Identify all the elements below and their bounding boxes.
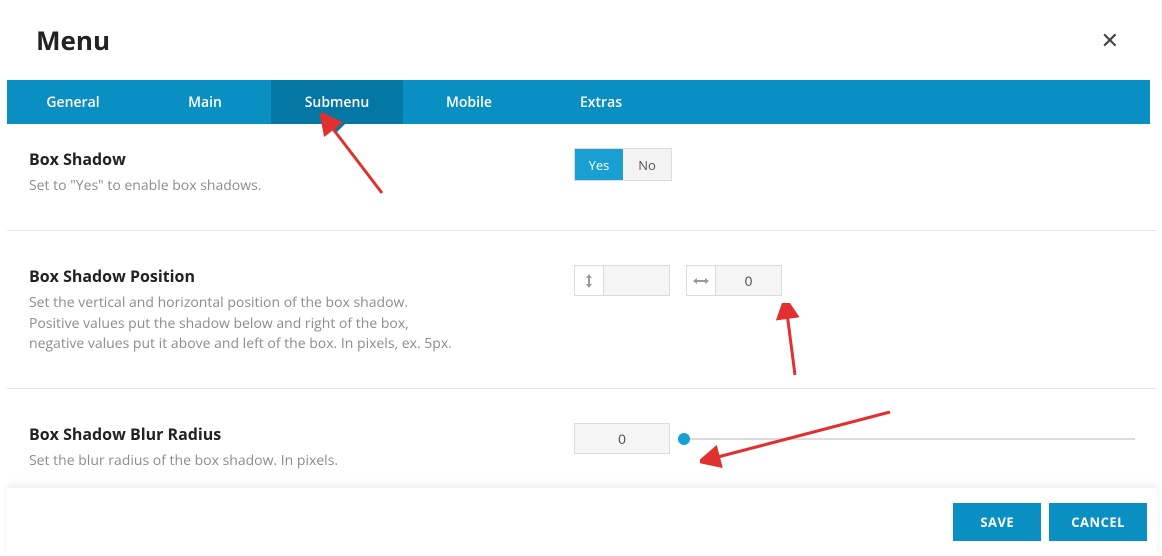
- box-shadow-toggle: Yes No: [574, 148, 672, 181]
- tab-label: Mobile: [446, 93, 492, 112]
- page-title: Menu: [36, 22, 110, 58]
- field-desc-box-shadow: Set to "Yes" to enable box shadows.: [29, 176, 459, 196]
- section-box-shadow-blur: Box Shadow Blur Radius Set the blur radi…: [7, 389, 1157, 488]
- field-title-box-shadow-blur: Box Shadow Blur Radius: [29, 423, 574, 445]
- tab-label: Extras: [580, 93, 622, 112]
- box-shadow-horizontal-input[interactable]: [716, 265, 782, 296]
- box-shadow-vertical-input[interactable]: [604, 265, 670, 296]
- section-box-shadow-position: Box Shadow Position Set the vertical and…: [7, 231, 1157, 389]
- box-shadow-blur-input[interactable]: [574, 423, 670, 454]
- box-shadow-vertical: [574, 265, 670, 296]
- vertical-arrows-icon: [574, 265, 604, 296]
- box-shadow-blur-slider[interactable]: [684, 429, 1135, 449]
- slider-track: [684, 438, 1135, 440]
- tab-label: Submenu: [305, 93, 370, 112]
- tab-label: Main: [188, 93, 222, 112]
- cancel-button[interactable]: CANCEL: [1049, 503, 1147, 541]
- tab-label: General: [46, 93, 99, 112]
- section-box-shadow: Box Shadow Set to "Yes" to enable box sh…: [7, 114, 1157, 231]
- horizontal-arrows-icon: [686, 265, 716, 296]
- box-shadow-no[interactable]: No: [623, 149, 671, 180]
- close-icon[interactable]: ✕: [1095, 25, 1125, 55]
- dialog-footer: SAVE CANCEL: [7, 488, 1157, 556]
- settings-scroll-area[interactable]: Box Shadow Set to "Yes" to enable box sh…: [7, 113, 1157, 488]
- field-title-box-shadow-position: Box Shadow Position: [29, 265, 574, 287]
- field-desc-box-shadow-blur: Set the blur radius of the box shadow. I…: [29, 451, 459, 471]
- box-shadow-horizontal: [686, 265, 782, 296]
- save-button[interactable]: SAVE: [953, 503, 1041, 541]
- slider-thumb[interactable]: [678, 433, 690, 445]
- field-title-box-shadow: Box Shadow: [29, 148, 574, 170]
- box-shadow-yes[interactable]: Yes: [575, 149, 623, 180]
- dialog-header: Menu ✕: [0, 0, 1162, 80]
- field-desc-box-shadow-position: Set the vertical and horizontal position…: [29, 293, 459, 354]
